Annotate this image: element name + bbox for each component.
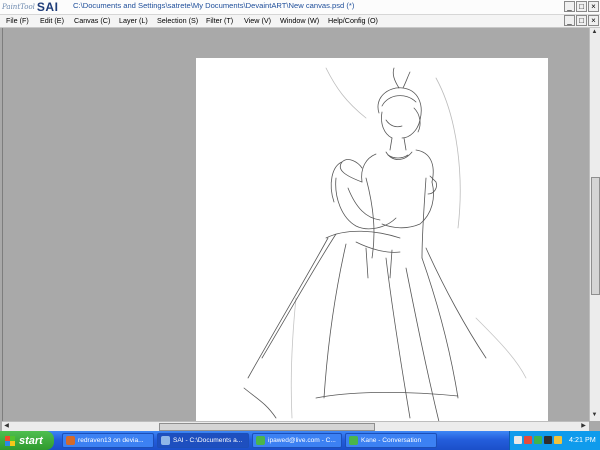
task-button-messenger[interactable]: ipawed@live.com - C... — [252, 433, 342, 448]
close-button[interactable]: × — [588, 1, 599, 12]
doc-close-button[interactable]: × — [588, 15, 599, 26]
scroll-down-arrow[interactable]: ▼ — [590, 411, 599, 420]
scroll-right-arrow[interactable]: ▶ — [579, 422, 588, 431]
canvas-workspace[interactable] — [2, 28, 589, 435]
scroll-left-arrow[interactable]: ◀ — [2, 422, 11, 431]
maximize-button[interactable]: □ — [576, 1, 587, 12]
security-icon[interactable] — [524, 436, 532, 444]
horizontal-scroll-thumb[interactable] — [159, 423, 375, 431]
task-button-browser[interactable]: redraven13 on devia... — [62, 433, 154, 448]
logo-name: SAI — [36, 0, 59, 14]
menu-selection[interactable]: Selection (S) — [157, 16, 198, 25]
doc-minimize-button[interactable]: _ — [564, 15, 575, 26]
document-path: C:\Documents and Settings\satrete\My Doc… — [73, 1, 355, 10]
start-button[interactable]: start — [0, 431, 54, 450]
menu-window[interactable]: Window (W) — [280, 16, 319, 25]
task-label: SAI - C:\Documents a... — [173, 437, 243, 444]
task-label: Kane - Conversation — [361, 437, 422, 444]
browser-icon — [66, 436, 75, 445]
taskbar: start redraven13 on devia... SAI - C:\Do… — [0, 431, 600, 450]
volume-icon[interactable] — [554, 436, 562, 444]
app-logo: PaintTool SAI — [2, 0, 58, 14]
vertical-scroll-thumb[interactable] — [591, 177, 600, 295]
messenger-icon — [349, 436, 358, 445]
menu-layer[interactable]: Layer (L) — [119, 16, 148, 25]
task-label: ipawed@live.com - C... — [268, 437, 336, 444]
app-tray-icon[interactable] — [544, 436, 552, 444]
messenger-tray-icon[interactable] — [534, 436, 542, 444]
scroll-up-arrow[interactable]: ▲ — [590, 28, 599, 37]
drawing-canvas[interactable] — [196, 58, 548, 435]
sketch-drawing — [243, 67, 527, 427]
menu-filter[interactable]: Filter (T) — [206, 16, 233, 25]
network-icon[interactable] — [514, 436, 522, 444]
menu-canvas[interactable]: Canvas (C) — [74, 16, 110, 25]
doc-restore-button[interactable]: □ — [576, 15, 587, 26]
sai-icon — [161, 436, 170, 445]
start-label: start — [19, 434, 43, 447]
title-bar: PaintTool SAI C:\Documents and Settings\… — [0, 0, 600, 15]
task-button-sai[interactable]: SAI - C:\Documents a... — [157, 433, 249, 448]
clock: 4:21 PM — [569, 435, 596, 444]
logo-prefix: PaintTool — [2, 3, 35, 11]
menu-file[interactable]: File (F) — [6, 16, 29, 25]
messenger-icon — [256, 436, 265, 445]
menu-edit[interactable]: Edit (E) — [40, 16, 64, 25]
task-label: redraven13 on devia... — [78, 437, 144, 444]
menu-view[interactable]: View (V) — [244, 16, 271, 25]
vertical-scrollbar[interactable]: ▲ ▼ — [589, 28, 600, 421]
windows-flag-icon — [5, 435, 15, 446]
menu-help-config[interactable]: Help/Config (O) — [328, 16, 378, 25]
minimize-button[interactable]: _ — [564, 1, 575, 12]
menu-bar: File (F) Edit (E) Canvas (C) Layer (L) S… — [0, 15, 600, 28]
task-button-conversation[interactable]: Kane - Conversation — [345, 433, 437, 448]
system-tray: 4:21 PM — [509, 431, 600, 450]
